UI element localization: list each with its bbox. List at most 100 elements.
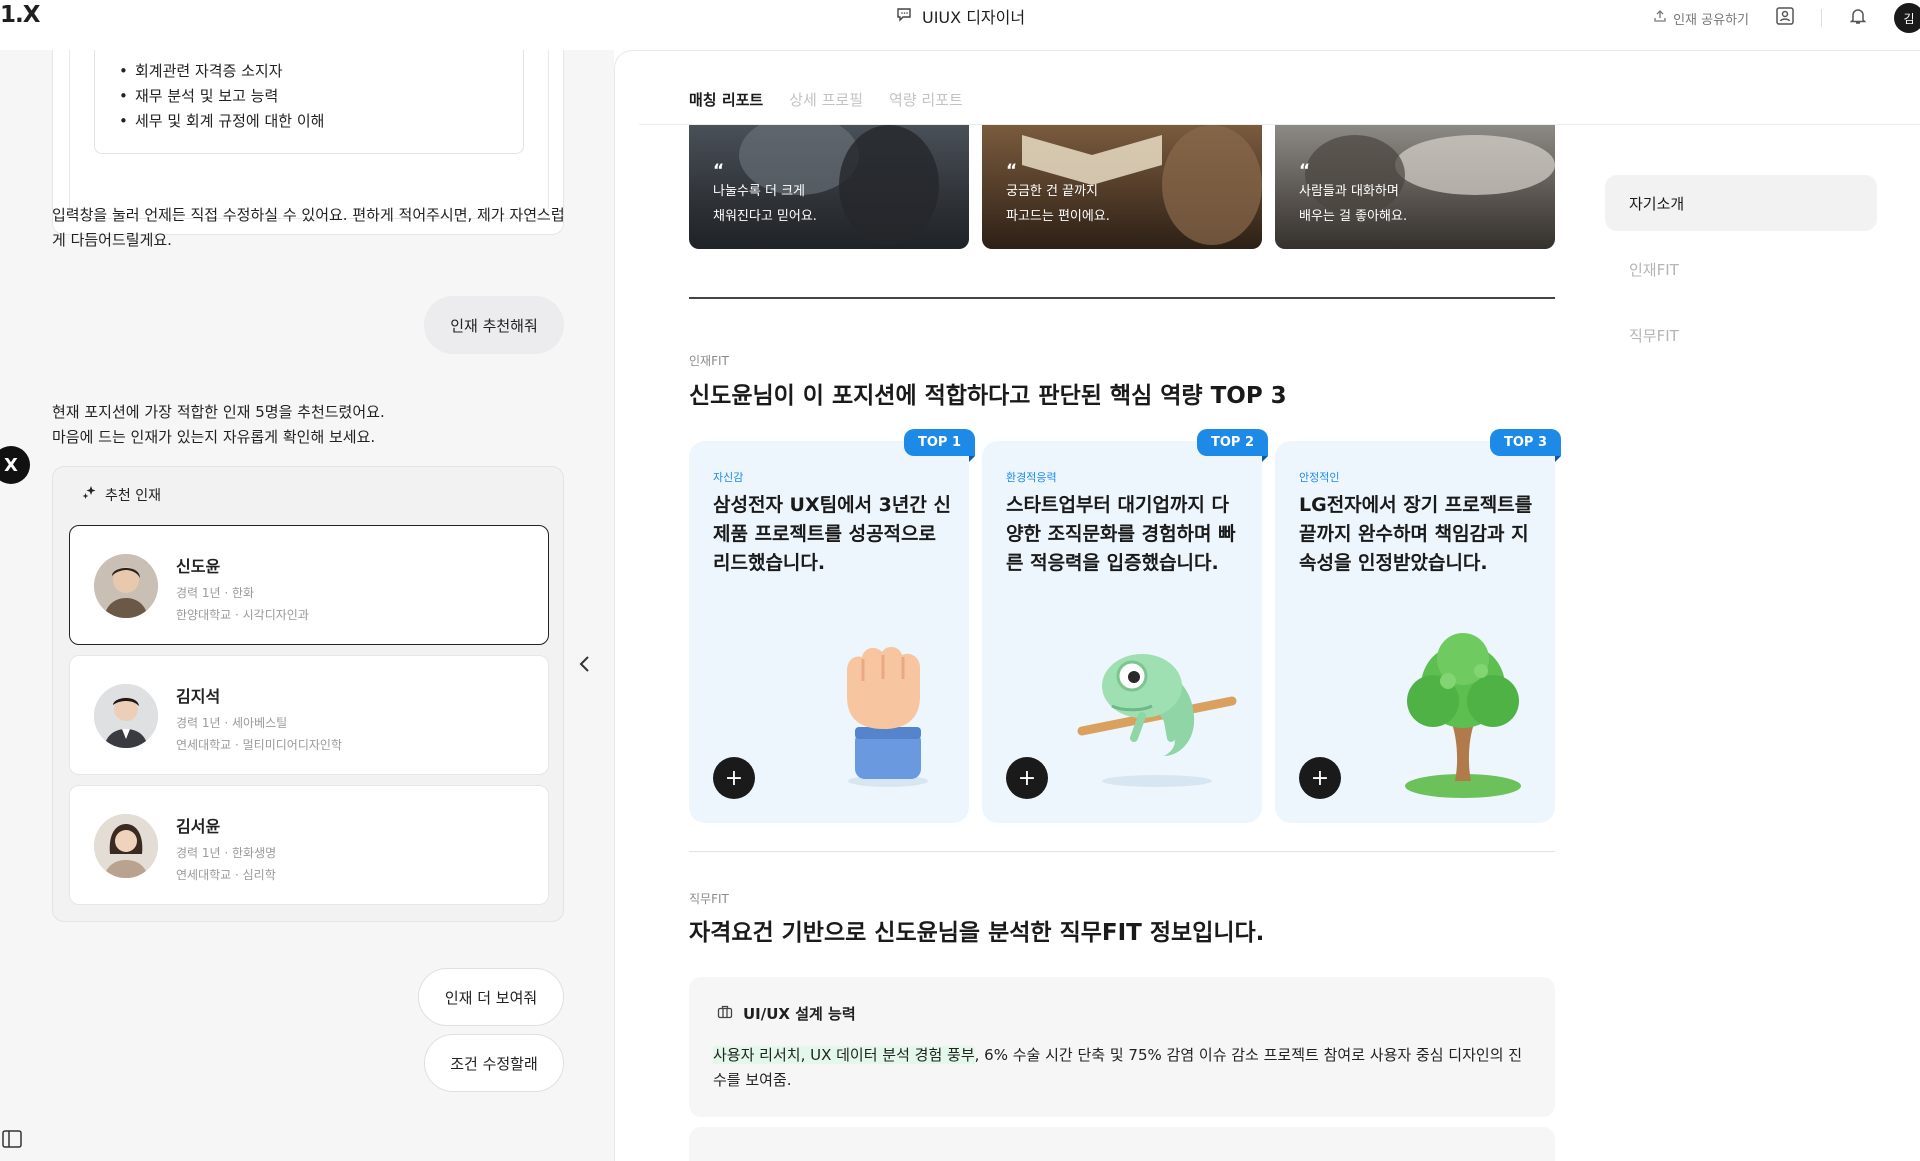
candidate-avatar [94,814,158,878]
quote-photo-card: “ 나눌수록 더 크게 채워진다고 믿어요. [689,125,969,249]
tab-competency-report[interactable]: 역량 리포트 [889,89,963,120]
share-label: 인재 공유하기 [1673,12,1749,28]
fit-description: LG전자에서 장기 프로젝트를 끝까지 완수하며 책임감과 지속성을 인정받았습… [1299,494,1533,574]
side-nav-intro[interactable]: 자기소개 [1605,175,1877,231]
job-fit-title: 자격요건 기반으로 신도윤님을 분석한 직무FIT 정보입니다. [689,920,1265,946]
expand-plus-button[interactable]: + [1299,757,1341,799]
recommended-header: 추천 인재 [81,485,161,505]
assistant-message-line: 마음에 드는 인재가 있는지 자유롭게 확인해 보세요. [52,428,376,446]
chameleon-icon [1072,631,1242,795]
requirements-inner: 회계관련 자격증 소지자 재무 분석 및 보고 능력 세무 및 회계 규정에 대… [69,50,549,219]
profile-card-button[interactable] [1773,6,1797,30]
side-nav-job-fit[interactable]: 직무FIT [1605,307,1877,363]
candidate-education: 연세대학교 · 심리학 [176,868,276,882]
fit-card-top2: TOP 2 환경적응력 스타트업부터 대기업까지 다양한 조직문화를 경험하며 … [982,429,1268,823]
fit-card-top3: TOP 3 안정적인 LG전자에서 장기 프로젝트를 끝까지 완수하며 책임감과… [1275,429,1561,823]
side-nav-talent-fit[interactable]: 인재FIT [1605,241,1877,297]
show-more-talent-button[interactable]: 인재 더 보여줘 [418,968,564,1026]
quote-line: 파고드는 편이에요. [1006,209,1110,224]
job-fit-label: 직무FIT [689,892,729,906]
rank-badge: TOP 2 [1196,429,1268,456]
rank-badge: TOP 1 [903,429,975,456]
requirement-item: 세무 및 회계 규정에 대한 이해 [119,109,523,134]
upload-icon [1653,9,1667,27]
recommended-talent-panel: 추천 인재 신도윤 경력 1년 · 한화 한양대학교 · 시각디자인과 김지석 … [52,466,564,922]
quote-line: 사람들과 대화하며 [1299,184,1399,199]
edit-conditions-button[interactable]: 조건 수정할래 [424,1034,564,1092]
quote-text: 나눌수록 더 크게 채워진다고 믿어요. [713,179,817,229]
close-report-button[interactable]: X [0,446,30,484]
collapse-chevron-icon[interactable] [578,654,592,680]
candidate-career: 경력 1년 · 세아베스틸 [176,716,288,730]
candidate-name: 김지석 [176,687,221,706]
job-fit-heading-text: UI/UX 설계 능력 [743,1005,856,1023]
talent-fit-title: 신도윤님이 이 포지션에 적합하다고 판단된 핵심 역량 TOP 3 [689,383,1287,409]
quote-photo-card: “ 궁금한 건 끝까지 파고드는 편이에요. [982,125,1262,249]
candidate-avatar [94,554,158,618]
chat-bubble-icon [896,6,912,26]
fit-tag: 안정적인 [1299,471,1340,484]
section-divider [689,851,1555,852]
job-fit-card: UI/UX 설계 능력 사용자 리서치, UX 데이터 분석 경험 풍부, 6%… [689,977,1555,1117]
briefcase-icon [717,1004,733,1024]
assistant-message: 입력창을 눌러 언제든 직접 수정하실 수 있어요. 편하게 적어주시면, 제가… [52,206,565,249]
quote-mark-icon: “ [1299,161,1311,181]
fit-description: 삼성전자 UX팀에서 3년간 신제품 프로젝트를 성공적으로 리드했습니다. [713,494,951,574]
toolbar-divider [1821,9,1822,27]
candidate-name: 신도윤 [176,557,221,576]
expand-plus-button[interactable]: + [713,757,755,799]
room-title-text: UIUX 디자이너 [922,8,1026,27]
quote-mark-icon: “ [713,161,725,181]
quote-text: 사람들과 대화하며 배우는 걸 좋아해요. [1299,179,1407,229]
fit-description: 스타트업부터 대기업까지 다양한 조직문화를 경험하며 빠른 적응력을 입증했습… [1006,494,1236,574]
requirement-item: 회계관련 자격증 소지자 [119,59,523,84]
chat-panel: 회계관련 자격증 소지자 재무 분석 및 보고 능력 세무 및 회계 규정에 대… [0,50,614,1161]
candidate-education: 한양대학교 · 시각디자인과 [176,608,309,622]
recommended-title: 추천 인재 [105,488,161,504]
assistant-message-line: 현재 포지션에 가장 적합한 인재 5명을 추천드렸어요. [52,403,385,421]
fit-card-top1: TOP 1 자신감 삼성전자 UX팀에서 3년간 신제품 프로젝트를 성공적으로… [689,429,975,823]
job-fit-description: 사용자 리서치, UX 데이터 분석 경험 풍부, 6% 수술 시간 단축 및 … [713,1043,1533,1093]
fist-icon [833,631,943,795]
quote-photos: “ 나눌수록 더 크게 채워진다고 믿어요. “ 궁금한 건 끝까지 파고드는 … [689,125,1555,249]
report-panel: 매칭 리포트 상세 프로필 역량 리포트 “ 나눌수록 더 크게 채워진다고 믿… [614,50,1920,1161]
top-bar: 1.X UIUX 디자이너 인재 공유하기 김 [0,0,1920,50]
rank-badge: TOP 3 [1489,429,1561,456]
job-fit-card [689,1127,1555,1161]
app-logo[interactable]: 1.X [0,2,40,28]
bell-icon [1848,6,1868,30]
candidate-name: 김서윤 [176,817,221,836]
quote-photo-card: “ 사람들과 대화하며 배우는 걸 좋아해요. [1275,125,1555,249]
user-message: 인재 추천해줘 [424,296,564,354]
requirements-list: 회계관련 자격증 소지자 재무 분석 및 보고 능력 세무 및 회계 규정에 대… [94,50,524,154]
candidate-card[interactable]: 김지석 경력 1년 · 세아베스틸 연세대학교 · 멀티미디어디자인학 [69,655,549,775]
candidate-career: 경력 1년 · 한화생명 [176,846,277,860]
report-tabs: 매칭 리포트 상세 프로필 역량 리포트 [689,89,963,120]
job-fit-heading: UI/UX 설계 능력 [717,1003,856,1024]
candidate-career: 경력 1년 · 한화 [176,586,255,600]
share-talent-button[interactable]: 인재 공유하기 [1653,9,1749,28]
user-avatar[interactable]: 김 [1894,3,1920,33]
tab-detail-profile[interactable]: 상세 프로필 [789,89,863,120]
quote-line: 채워진다고 믿어요. [713,209,817,224]
notification-button[interactable] [1846,6,1870,30]
fit-tag: 자신감 [713,471,744,484]
assistant-message: 현재 포지션에 가장 적합한 인재 5명을 추천드렸어요. 마음에 드는 인재가… [52,400,572,450]
sparkle-icon [81,485,97,505]
top-actions: 인재 공유하기 김 [1653,3,1920,33]
expand-plus-button[interactable]: + [1006,757,1048,799]
quote-line: 궁금한 건 끝까지 [1006,184,1098,199]
sidebar-toggle-icon[interactable] [2,1130,22,1152]
quote-mark-icon: “ [1006,161,1018,181]
quote-line: 나눌수록 더 크게 [713,184,805,199]
candidate-card[interactable]: 신도윤 경력 1년 · 한화 한양대학교 · 시각디자인과 [69,525,549,645]
tab-matching-report[interactable]: 매칭 리포트 [689,89,763,120]
id-card-icon [1775,6,1795,30]
tree-icon [1393,631,1533,805]
candidate-card[interactable]: 김서윤 경력 1년 · 한화생명 연세대학교 · 심리학 [69,785,549,905]
talent-fit-label: 인재FIT [689,354,729,368]
report-side-nav: 자기소개 인재FIT 직무FIT [1605,175,1877,373]
candidate-education: 연세대학교 · 멀티미디어디자인학 [176,738,343,752]
quote-line: 배우는 걸 좋아해요. [1299,209,1408,224]
requirement-item: 재무 분석 및 보고 능력 [119,84,523,109]
